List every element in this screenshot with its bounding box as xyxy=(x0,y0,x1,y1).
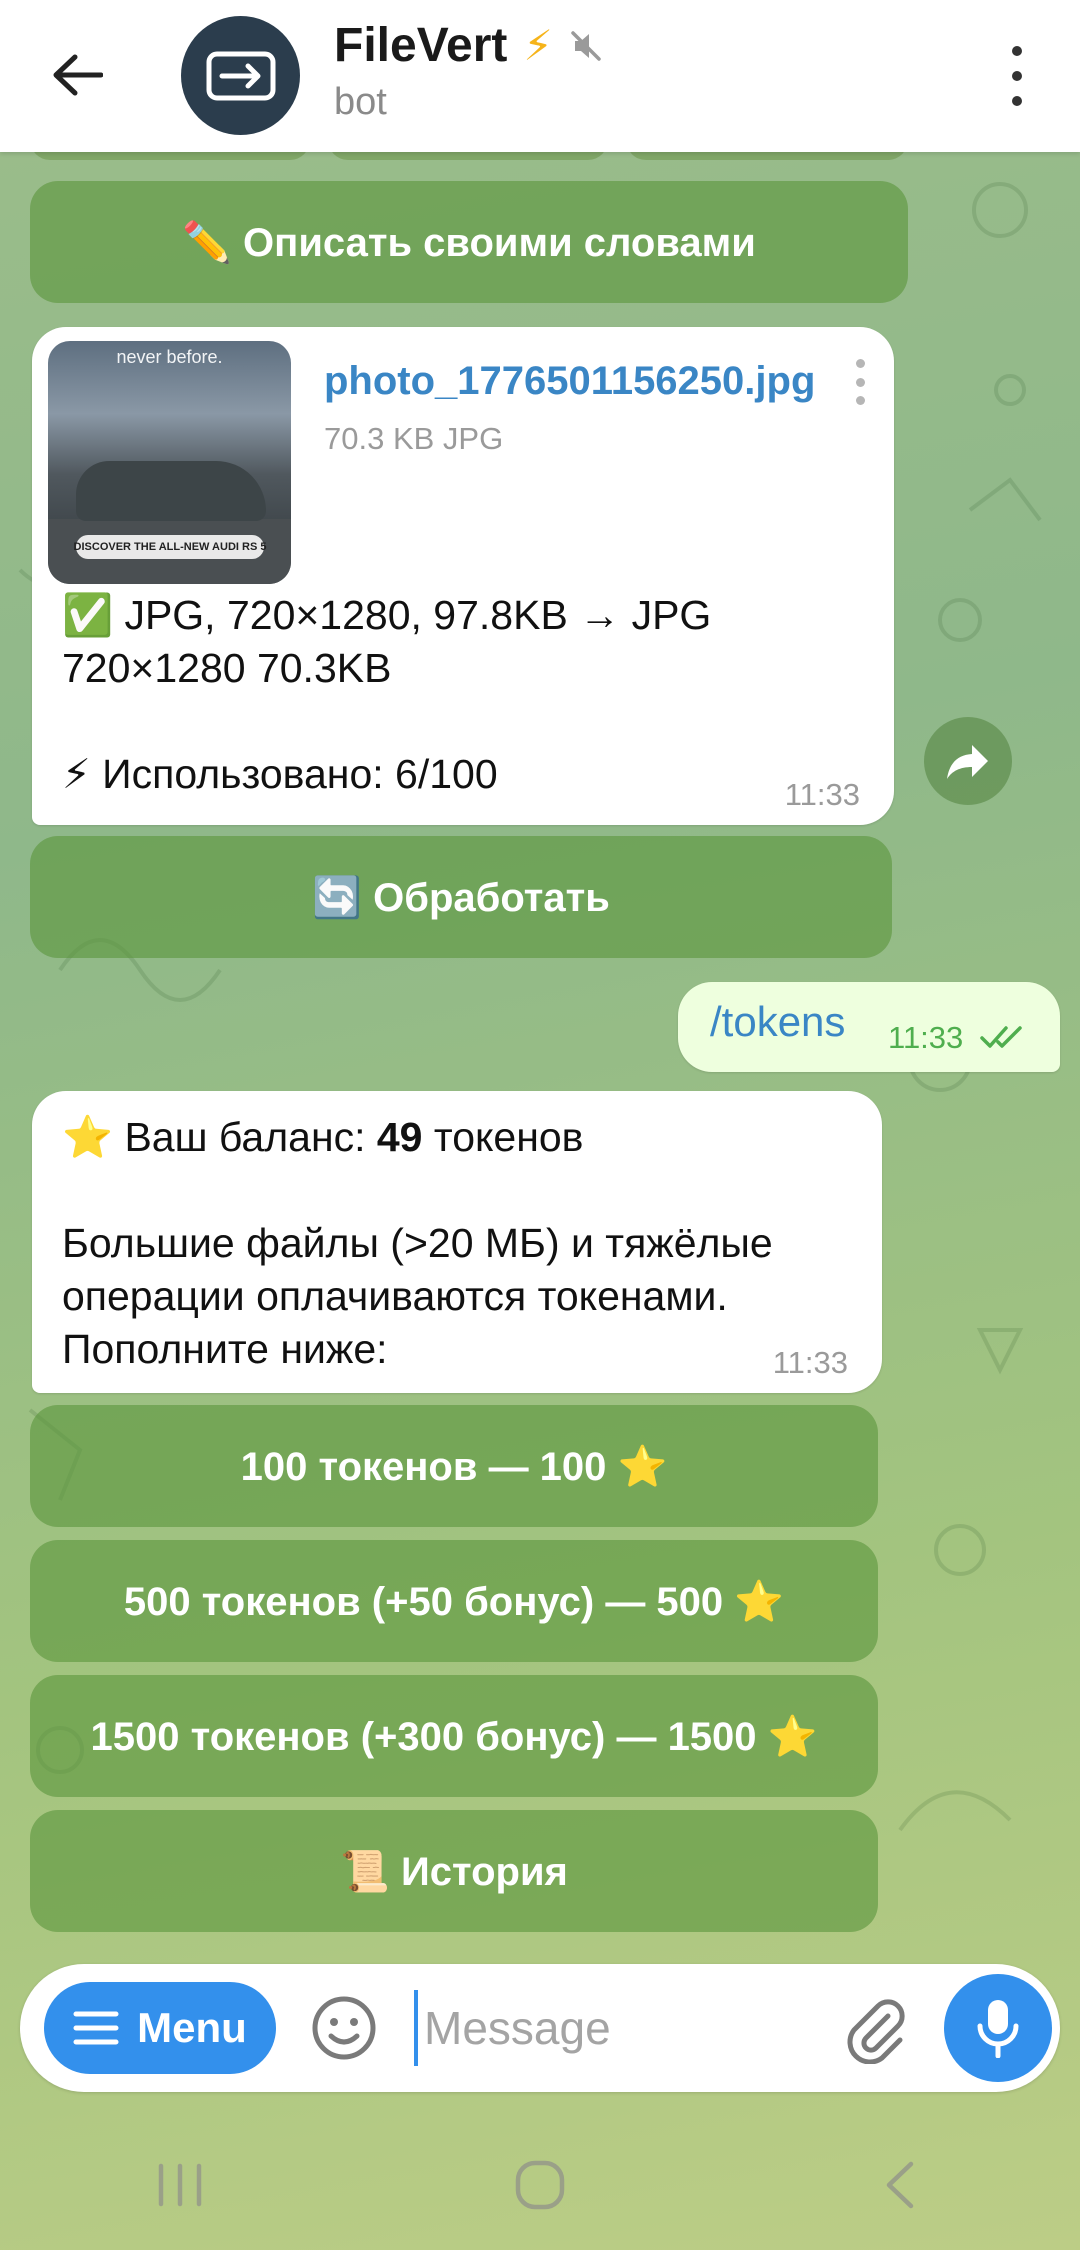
home-icon xyxy=(515,2160,565,2210)
message-time: 11:33 xyxy=(772,1345,848,1380)
menu-label: Menu xyxy=(137,2004,247,2051)
more-dot xyxy=(1012,96,1022,106)
thumbnail-car xyxy=(76,461,266,521)
file-thumbnail[interactable]: never before. DISCOVER THE ALL-NEW AUDI … xyxy=(48,341,291,584)
nav-back-icon xyxy=(886,2161,914,2209)
chat-subtitle: bot xyxy=(334,81,387,123)
buy-100-tokens-button[interactable]: 100 токенов — 100 ⭐ xyxy=(30,1405,878,1527)
nav-back-button[interactable] xyxy=(840,2135,960,2235)
back-arrow-icon xyxy=(53,54,103,96)
buy-1500-tokens-button[interactable]: 1500 токенов (+300 бонус) — 1500 ⭐ xyxy=(30,1675,878,1797)
process-label: 🔄 Обработать xyxy=(312,875,610,920)
recent-apps-button[interactable] xyxy=(120,2135,240,2235)
balance-suffix: токенов xyxy=(422,1114,584,1160)
muted-icon xyxy=(571,30,601,61)
attach-icon[interactable] xyxy=(840,1994,910,2064)
balance-prefix: ⭐ Ваш баланс: xyxy=(62,1114,377,1160)
message-input-bar: Menu xyxy=(20,1964,1060,2092)
describe-own-words-label: ✏️ Описать своими словами xyxy=(182,220,756,265)
conversion-line-2: 720×1280 70.3KB xyxy=(62,645,392,691)
bot-avatar-icon xyxy=(206,51,275,100)
balance-message-bubble[interactable]: ⭐ Ваш баланс: 49 токенов Большие файлы (… xyxy=(32,1091,882,1393)
buy-1500-label: 1500 токенов (+300 бонус) — 1500 ⭐ xyxy=(90,1714,818,1759)
file-menu-dot xyxy=(855,377,865,387)
info-line-3: Пополните ниже: xyxy=(62,1326,388,1372)
file-menu-dot xyxy=(855,359,865,368)
history-button[interactable]: 📜 История xyxy=(30,1810,878,1932)
message-input[interactable] xyxy=(414,1990,834,2066)
process-button[interactable]: 🔄 Обработать xyxy=(30,836,892,958)
forward-icon xyxy=(947,745,988,779)
balance-line: ⭐ Ваш баланс: 49 токенов xyxy=(62,1111,773,1164)
outgoing-time: 11:33 xyxy=(888,1020,964,1055)
double-check-icon xyxy=(980,1026,1022,1048)
buy-500-tokens-button[interactable]: 500 токенов (+50 бонус) — 500 ⭐ xyxy=(30,1540,878,1662)
emoji-icon[interactable] xyxy=(310,1994,378,2062)
balance-amount: 49 xyxy=(376,1114,423,1160)
recent-apps-icon xyxy=(158,2163,202,2207)
history-label: 📜 История xyxy=(340,1849,568,1894)
chat-header: FileVert ⚡ bot xyxy=(0,0,1080,152)
file-options-button[interactable] xyxy=(854,359,866,405)
more-dot xyxy=(1012,71,1022,81)
thumbnail-banner: DISCOVER THE ALL-NEW AUDI RS 5 xyxy=(74,535,266,559)
balance-message-text: ⭐ Ваш баланс: 49 токенов Большие файлы (… xyxy=(62,1111,773,1376)
home-button[interactable] xyxy=(480,2135,600,2235)
forward-button[interactable] xyxy=(924,717,1012,805)
file-meta: 70.3 KB JPG xyxy=(324,421,504,456)
file-menu-dot xyxy=(855,396,865,405)
info-line-2: операции оплачиваются токенами. xyxy=(62,1273,728,1319)
file-message-text: ✅ JPG, 720×1280, 97.8KB → JPG 720×1280 7… xyxy=(62,589,711,801)
file-name-link[interactable]: photo_1776501156250.jpg xyxy=(324,359,815,404)
thumbnail-caption: never before. xyxy=(116,347,223,367)
outgoing-message-bubble[interactable]: /tokens 11:33 xyxy=(678,982,1060,1072)
system-navigation-bar xyxy=(0,2120,1080,2250)
bot-menu-button[interactable]: Menu xyxy=(44,1982,276,2074)
microphone-icon xyxy=(977,2000,1019,2058)
back-button[interactable] xyxy=(46,44,108,106)
tokens-command-link[interactable]: /tokens xyxy=(710,998,845,1046)
file-message-bubble[interactable]: never before. DISCOVER THE ALL-NEW AUDI … xyxy=(32,327,894,825)
usage-line: ⚡ Использовано: 6/100 xyxy=(62,751,498,797)
buy-500-label: 500 токенов (+50 бонус) — 500 ⭐ xyxy=(123,1579,785,1624)
hamburger-icon xyxy=(73,2011,119,2045)
voice-record-button[interactable] xyxy=(944,1974,1052,2082)
chat-title: FileVert xyxy=(334,19,508,72)
buy-100-label: 100 токенов — 100 ⭐ xyxy=(240,1444,668,1489)
chat-title-block[interactable]: FileVert ⚡ bot xyxy=(334,18,603,124)
message-time: 11:33 xyxy=(784,777,860,812)
conversion-line-1: ✅ JPG, 720×1280, 97.8KB → JPG xyxy=(62,592,712,638)
bot-avatar[interactable] xyxy=(181,16,300,135)
bolt-emoji: ⚡ xyxy=(523,22,553,69)
describe-own-words-button[interactable]: ✏️ Описать своими словами xyxy=(30,181,908,303)
more-options-button[interactable] xyxy=(1004,46,1030,106)
more-vertical-icon xyxy=(1012,46,1022,56)
info-line-1: Большие файлы (>20 МБ) и тяжёлые xyxy=(62,1220,773,1266)
